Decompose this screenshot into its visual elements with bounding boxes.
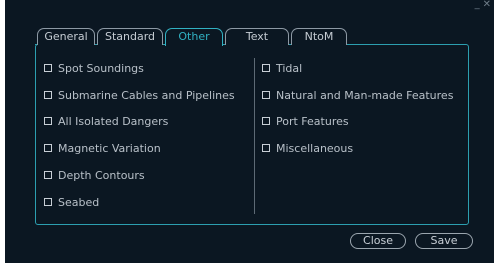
option-seabed[interactable]: Seabed [44,195,99,209]
option-natural-manmade-features[interactable]: Natural and Man-made Features [262,88,453,102]
option-label: Magnetic Variation [58,141,161,155]
close-button[interactable]: Close [350,233,406,249]
option-label: Seabed [58,195,100,209]
option-isolated-dangers[interactable]: All Isolated Dangers [44,114,168,128]
option-label: Miscellaneous [276,141,354,155]
tab-general[interactable]: General [37,28,95,45]
tab-ntom[interactable]: NtoM [291,28,347,45]
save-button[interactable]: Save [415,233,473,249]
option-label: All Isolated Dangers [58,114,169,128]
option-tidal[interactable]: Tidal [262,61,302,75]
option-label: Tidal [276,61,303,75]
checkbox[interactable] [262,144,270,152]
option-miscellaneous[interactable]: Miscellaneous [262,141,353,155]
checkbox[interactable] [44,64,52,72]
option-spot-soundings[interactable]: Spot Soundings [44,61,144,75]
checkbox[interactable] [262,64,270,72]
settings-dialog: _ ✕ General Standard Other Text NtoM Spo… [5,0,494,263]
column-divider [254,58,255,214]
close-icon[interactable]: ✕ [483,0,491,12]
option-label: Spot Soundings [58,61,144,75]
option-label: Submarine Cables and Pipelines [58,88,235,102]
checkbox[interactable] [44,171,52,179]
window-controls: _ ✕ [475,0,491,12]
tab-text[interactable]: Text [225,28,289,45]
option-port-features[interactable]: Port Features [262,114,349,128]
checkbox[interactable] [262,91,270,99]
tab-other[interactable]: Other [165,28,223,46]
option-magnetic-variation[interactable]: Magnetic Variation [44,141,161,155]
option-label: Depth Contours [58,168,145,182]
option-submarine-cables[interactable]: Submarine Cables and Pipelines [44,88,235,102]
checkbox[interactable] [44,117,52,125]
checkbox[interactable] [44,198,52,206]
option-label: Natural and Man-made Features [276,88,454,102]
minimize-icon[interactable]: _ [475,0,480,12]
option-label: Port Features [276,114,349,128]
checkbox[interactable] [262,117,270,125]
option-depth-contours[interactable]: Depth Contours [44,168,145,182]
tab-standard[interactable]: Standard [97,28,163,45]
checkbox[interactable] [44,91,52,99]
checkbox[interactable] [44,144,52,152]
